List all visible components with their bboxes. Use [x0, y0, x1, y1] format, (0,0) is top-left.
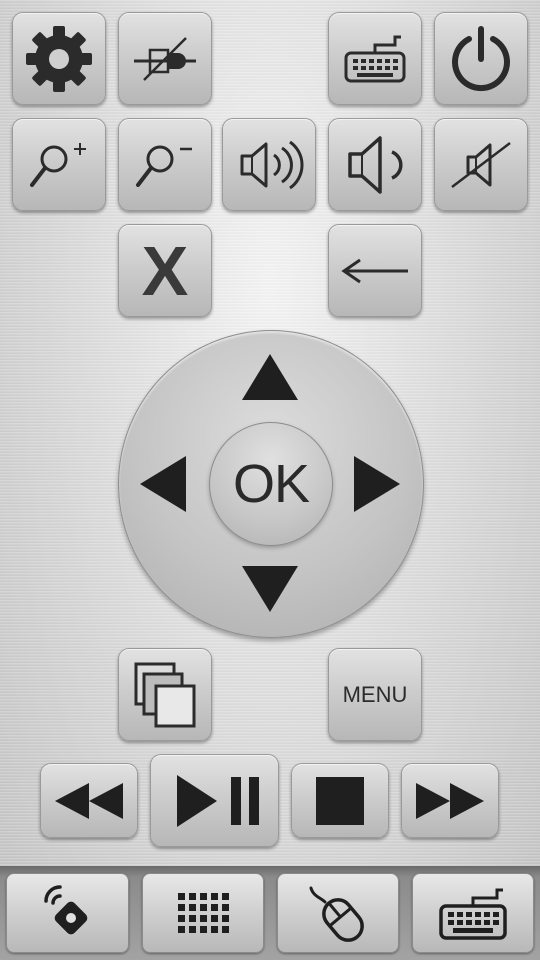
- menu-button[interactable]: MENU: [328, 648, 422, 741]
- fast-forward-button[interactable]: [401, 763, 499, 838]
- mute-button[interactable]: [434, 118, 528, 211]
- volume-down-button[interactable]: [328, 118, 422, 211]
- windows-icon: [134, 662, 196, 727]
- nav-numpad-button[interactable]: [142, 873, 264, 953]
- dpad-left-arrow[interactable]: [138, 454, 188, 514]
- volume-up-icon: [240, 140, 304, 189]
- nav-remote-button[interactable]: [6, 873, 129, 953]
- rewind-button[interactable]: [40, 763, 138, 838]
- zoom-out-button[interactable]: [118, 118, 212, 211]
- keyboard-icon: [439, 888, 507, 940]
- numpad-icon: [178, 893, 229, 933]
- zoom-in-icon: [30, 142, 86, 187]
- menu-label: MENU: [342, 681, 408, 707]
- back-button[interactable]: [328, 224, 422, 317]
- power-button[interactable]: [434, 12, 528, 105]
- volume-down-icon: [348, 135, 403, 194]
- settings-button[interactable]: [12, 12, 106, 105]
- dpad-right-arrow[interactable]: [352, 454, 402, 514]
- close-label: X: [141, 231, 189, 310]
- zoom-in-button[interactable]: [12, 118, 106, 211]
- stop-icon: [316, 776, 364, 825]
- ok-label: OK: [232, 454, 310, 514]
- ok-button[interactable]: OK: [209, 422, 333, 546]
- keyboard-button[interactable]: [328, 12, 422, 105]
- rewind-icon: [55, 782, 123, 819]
- dpad-down-arrow[interactable]: [240, 564, 300, 614]
- nav-keyboard-button[interactable]: [412, 873, 534, 953]
- dpad-up-arrow[interactable]: [240, 352, 300, 402]
- stop-button[interactable]: [291, 763, 389, 838]
- windows-button[interactable]: [118, 648, 212, 741]
- mouse-icon: [309, 886, 364, 942]
- play-pause-icon: [176, 774, 259, 827]
- gear-icon: [26, 25, 92, 92]
- keyboard-icon: [344, 35, 406, 82]
- plug-crossed-icon: [134, 36, 196, 81]
- mute-icon: [451, 141, 511, 188]
- close-button[interactable]: X: [118, 224, 212, 317]
- play-pause-button[interactable]: [150, 754, 279, 847]
- back-arrow-icon: [341, 258, 408, 283]
- remote-icon: [43, 885, 87, 935]
- power-icon: [452, 25, 510, 91]
- nav-mouse-button[interactable]: [277, 873, 399, 953]
- zoom-out-icon: [136, 145, 192, 187]
- volume-up-button[interactable]: [222, 118, 316, 211]
- fast-forward-icon: [416, 782, 484, 819]
- disconnect-button[interactable]: [118, 12, 212, 105]
